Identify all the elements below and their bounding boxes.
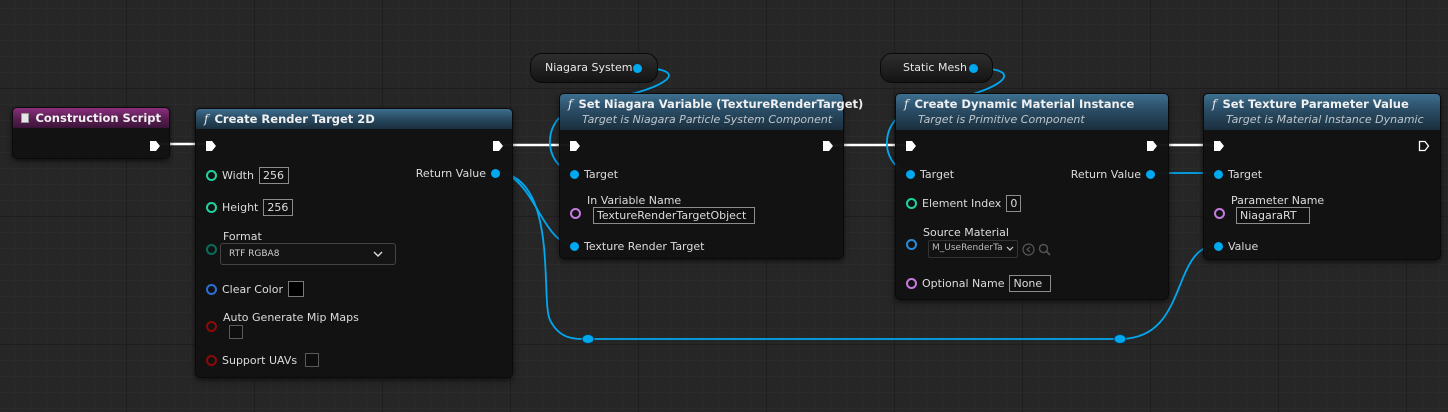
node-subtitle: Target is Primitive Component bbox=[918, 113, 1085, 126]
reroute-knot-right[interactable] bbox=[1113, 334, 1127, 344]
set-niagara-variable-node[interactable]: f Set Niagara Variable (TextureRenderTarg… bbox=[559, 93, 863, 259]
function-icon: f bbox=[204, 112, 209, 126]
element-index-field[interactable]: 0 bbox=[1006, 195, 1022, 212]
exec-in-icon[interactable] bbox=[569, 140, 581, 152]
auto-mips-checkbox[interactable] bbox=[229, 325, 243, 339]
static-mesh-pin-icon[interactable] bbox=[969, 64, 978, 73]
exec-in-icon[interactable] bbox=[1213, 140, 1225, 152]
chevron-down-icon bbox=[1006, 246, 1014, 251]
height-field[interactable]: 256 bbox=[263, 199, 294, 216]
format-label: Format bbox=[223, 230, 262, 243]
static-mesh-label: Static Mesh bbox=[903, 61, 967, 74]
texture-render-target-label: Texture Render Target bbox=[584, 240, 705, 253]
exec-out-icon[interactable] bbox=[822, 140, 834, 152]
niagara-system-label: Niagara System bbox=[545, 61, 633, 74]
auto-mips-label: Auto Generate Mip Maps bbox=[223, 311, 359, 324]
function-icon: f bbox=[904, 97, 909, 111]
in-variable-name-field[interactable]: TextureRenderTargetObject bbox=[593, 207, 755, 224]
width-label: Width bbox=[222, 169, 254, 182]
node-title: Construction Script bbox=[35, 111, 161, 125]
source-material-label: Source Material bbox=[923, 226, 1009, 239]
exec-out-icon[interactable] bbox=[492, 140, 504, 152]
parameter-name-label: Parameter Name bbox=[1231, 194, 1325, 207]
optional-name-field[interactable]: None bbox=[1009, 275, 1052, 292]
exec-in-icon[interactable] bbox=[905, 140, 917, 152]
create-dynamic-material-instance-node[interactable]: f Create Dynamic Material Instance Target… bbox=[895, 93, 1169, 300]
return-value-label: Return Value bbox=[1070, 168, 1141, 181]
height-pin-icon[interactable] bbox=[206, 202, 217, 213]
reroute-knot-left[interactable] bbox=[581, 334, 595, 344]
exec-in-icon[interactable] bbox=[205, 140, 217, 152]
source-material-value: M_UseRenderTa bbox=[932, 243, 1003, 253]
texture-render-target-pin-icon[interactable] bbox=[570, 242, 579, 251]
exec-out-icon[interactable] bbox=[149, 140, 161, 152]
node-subtitle: Target is Niagara Particle System Compon… bbox=[582, 113, 833, 126]
target-pin-icon[interactable] bbox=[570, 170, 579, 179]
static-mesh-variable-node[interactable]: Static Mesh bbox=[880, 53, 993, 83]
uavs-pin-icon[interactable] bbox=[206, 354, 217, 366]
value-label: Value bbox=[1228, 240, 1259, 253]
return-value-label: Return Value bbox=[415, 167, 486, 180]
set-texture-parameter-value-node[interactable]: f Set Texture Parameter Value Target is M… bbox=[1203, 93, 1441, 260]
event-icon bbox=[21, 113, 30, 123]
parameter-name-field[interactable]: NiagaraRT bbox=[1236, 207, 1310, 224]
width-field[interactable]: 256 bbox=[258, 167, 289, 184]
in-variable-name-label: In Variable Name bbox=[587, 194, 682, 207]
parameter-name-pin-icon[interactable] bbox=[1214, 208, 1225, 219]
clear-color-label: Clear Color bbox=[222, 282, 283, 296]
function-icon: f bbox=[568, 97, 573, 111]
width-pin-icon[interactable] bbox=[206, 170, 217, 181]
function-icon: f bbox=[1212, 97, 1217, 111]
target-label: Target bbox=[1228, 168, 1263, 181]
clear-color-pin-icon[interactable] bbox=[206, 283, 217, 295]
target-label: Target bbox=[584, 168, 619, 181]
exec-out-icon[interactable] bbox=[1146, 140, 1158, 152]
in-variable-name-pin-icon[interactable] bbox=[570, 208, 581, 219]
source-material-picker[interactable]: M_UseRenderTa bbox=[928, 240, 1018, 258]
element-index-label: Element Index bbox=[922, 197, 1002, 210]
uavs-checkbox[interactable] bbox=[305, 353, 320, 367]
value-pin-icon[interactable] bbox=[1214, 242, 1223, 251]
target-pin-icon[interactable] bbox=[906, 170, 915, 179]
format-value: RTF RGBA8 bbox=[229, 249, 280, 259]
node-subtitle: Target is Material Instance Dynamic bbox=[1226, 113, 1424, 126]
node-title: Set Texture Parameter Value bbox=[1222, 97, 1409, 111]
optional-name-pin-icon[interactable] bbox=[906, 278, 917, 289]
element-index-pin-icon[interactable] bbox=[906, 198, 917, 209]
optional-name-label: Optional Name bbox=[922, 277, 1005, 290]
niagara-system-variable-node[interactable]: Niagara System bbox=[530, 53, 658, 83]
format-dropdown[interactable]: RTF RGBA8 bbox=[220, 243, 396, 265]
node-title: Create Render Target 2D bbox=[214, 112, 375, 126]
node-title: Create Dynamic Material Instance bbox=[914, 97, 1135, 111]
chevron-down-icon bbox=[373, 251, 383, 257]
create-render-target-2d-node[interactable]: f Create Render Target 2D Width 256 Heigh… bbox=[195, 108, 513, 378]
node-title: Set Niagara Variable (TextureRenderTarge… bbox=[578, 97, 864, 111]
uavs-label: Support UAVs bbox=[222, 353, 298, 367]
exec-out-icon[interactable] bbox=[1418, 140, 1430, 152]
source-material-pin-icon[interactable] bbox=[906, 239, 917, 250]
construction-script-node[interactable]: Construction Script bbox=[12, 107, 170, 159]
clear-color-swatch[interactable] bbox=[287, 281, 304, 297]
target-pin-icon[interactable] bbox=[1214, 170, 1223, 179]
niagara-system-pin-icon[interactable] bbox=[633, 64, 642, 73]
auto-mips-pin-icon[interactable] bbox=[206, 321, 217, 332]
return-value-pin-icon[interactable] bbox=[1146, 170, 1155, 179]
return-value-pin-icon[interactable] bbox=[491, 169, 500, 178]
browse-arrow-icon[interactable] bbox=[1022, 243, 1035, 256]
height-label: Height bbox=[222, 201, 259, 214]
search-icon[interactable] bbox=[1038, 243, 1051, 256]
format-pin-icon[interactable] bbox=[206, 244, 217, 255]
target-label: Target bbox=[920, 168, 955, 181]
